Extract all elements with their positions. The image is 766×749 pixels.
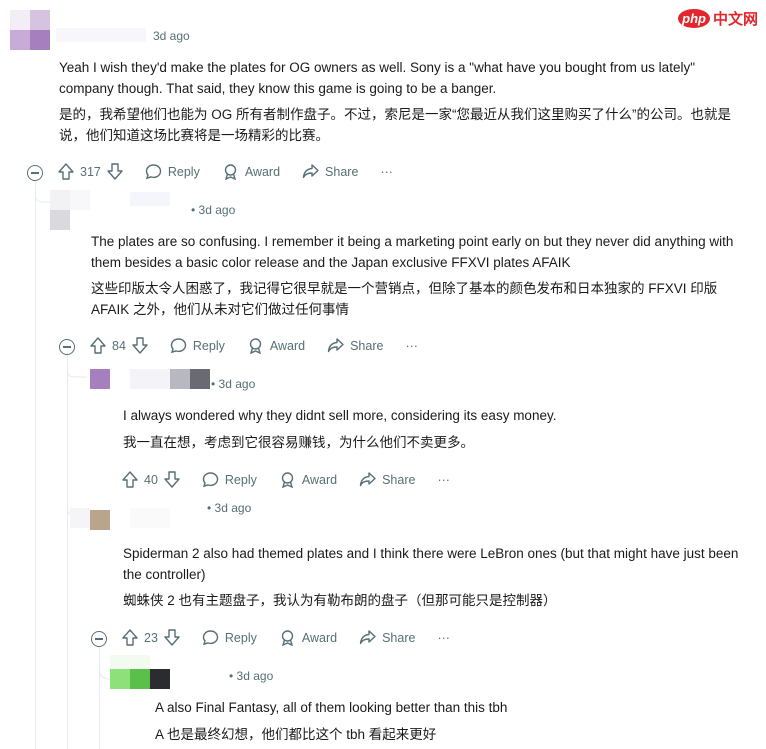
vote-count: 40 [144,472,158,487]
comment-text: A also Final Fantasy, all of them lookin… [155,700,508,715]
watermark-logo: php 中文网 [678,8,758,29]
share-icon [359,630,376,645]
share-button[interactable]: Share [302,163,358,180]
upvote-icon[interactable] [122,471,138,488]
action-bar: 40 Reply Award Share ··· [122,471,472,488]
downvote-icon[interactable] [132,337,148,354]
action-bar: 84 Reply Award Share ··· [90,337,440,354]
award-button[interactable]: Award [247,337,305,354]
reply-icon [202,630,219,646]
reply-label: Reply [192,338,225,353]
comment-text: I always wondered why they didnt sell mo… [123,408,557,423]
watermark-site: 中文网 [712,11,758,28]
more-options-button[interactable]: ··· [380,165,393,179]
reply-button[interactable]: Reply [145,163,200,180]
timestamp: 3d ago [153,29,190,43]
more-options-button[interactable]: ··· [437,473,450,487]
timestamp-row: • 3d ago [191,203,236,217]
vote-count: 317 [80,164,101,179]
share-button[interactable]: Share [359,471,415,488]
share-button[interactable]: Share [327,337,383,354]
thread-line [35,180,36,749]
username-redacted [130,192,170,206]
award-icon [281,630,294,646]
award-button[interactable]: Award [279,471,337,488]
timestamp: 3d ago [198,203,236,217]
collapse-icon[interactable] [91,631,107,647]
share-label: Share [350,338,384,353]
reply-icon [202,472,219,488]
collapse-icon[interactable] [59,339,75,355]
timestamp: 3d ago [218,377,256,391]
more-icon: ··· [380,164,393,179]
comment-text: The plates are so confusing. I remember … [91,234,734,270]
avatar[interactable] [50,190,90,230]
more-options-button[interactable]: ··· [405,339,418,353]
vote-control: 317 [58,163,123,180]
share-label: Share [382,630,416,645]
upvote-icon[interactable] [90,337,106,354]
more-icon: ··· [437,630,450,645]
share-icon [302,164,319,179]
comment-translation: 这些印版太令人困惑了，我记得它很早就是一个营销点，但除了基本的颜色发布和日本独家… [91,281,718,317]
award-label: Award [301,472,338,487]
award-label: Award [244,164,281,179]
share-icon [359,472,376,487]
share-icon [327,338,344,353]
avatar[interactable] [10,10,50,50]
award-icon [224,164,237,180]
award-button[interactable]: Award [279,629,337,646]
reply-label: Reply [167,164,200,179]
vote-count: 84 [112,338,126,353]
action-bar: 317 Reply Award Share ··· [58,163,415,180]
timestamp-row: • 3d ago [211,377,256,391]
vote-count: 23 [144,630,158,645]
share-label: Share [382,472,416,487]
downvote-icon[interactable] [107,163,123,180]
timestamp: 3d ago [236,669,274,683]
watermark-brand: php [678,9,710,28]
timestamp-row: • 3d ago [229,669,274,683]
comment-translation: 是的，我希望他们也能为 OG 所有者制作盘子。不过，索尼是一家“您最近从我们这里… [59,107,731,143]
award-label: Award [301,630,338,645]
comment-text: Spiderman 2 also had themed plates and I… [123,546,739,582]
reply-button[interactable]: Reply [202,471,257,488]
reply-label: Reply [224,630,257,645]
award-icon [249,338,262,354]
collapse-icon[interactable] [27,165,43,181]
vote-control: 84 [90,337,148,354]
reply-button[interactable]: Reply [170,337,225,354]
timestamp: 3d ago [214,501,252,515]
avatar[interactable] [70,508,180,532]
comment-translation: 蜘蛛侠 2 也有主题盘子，我认为有勒布朗的盘子（但那可能只是控制器） [123,593,557,608]
award-icon [281,472,294,488]
reply-icon [145,164,162,180]
avatar[interactable] [90,369,210,389]
share-label: Share [325,164,359,179]
reply-icon [170,338,187,354]
comment-text: Yeah I wish they'd make the plates for O… [59,60,695,96]
more-icon: ··· [437,472,450,487]
more-options-button[interactable]: ··· [437,631,450,645]
award-label: Award [269,338,306,353]
username-redacted [56,28,146,42]
upvote-icon[interactable] [122,629,138,646]
more-icon: ··· [405,338,418,353]
share-button[interactable]: Share [359,629,415,646]
award-button[interactable]: Award [222,163,280,180]
avatar[interactable] [110,655,170,690]
thread-line [67,355,68,749]
vote-control: 40 [122,471,180,488]
comment-translation: 我一直在想，考虑到它很容易赚钱，为什么他们不卖更多。 [123,435,474,450]
reply-label: Reply [224,472,257,487]
action-bar: 23 Reply Award Share ··· [122,629,472,646]
downvote-icon[interactable] [164,471,180,488]
upvote-icon[interactable] [58,163,74,180]
reply-button[interactable]: Reply [202,629,257,646]
downvote-icon[interactable] [164,629,180,646]
thread-connector [67,365,87,378]
timestamp-row: • 3d ago [207,501,252,515]
comment-translation: A 也是最终幻想，他们都比这个 tbh 看起来更好 [155,727,437,742]
vote-control: 23 [122,629,180,646]
